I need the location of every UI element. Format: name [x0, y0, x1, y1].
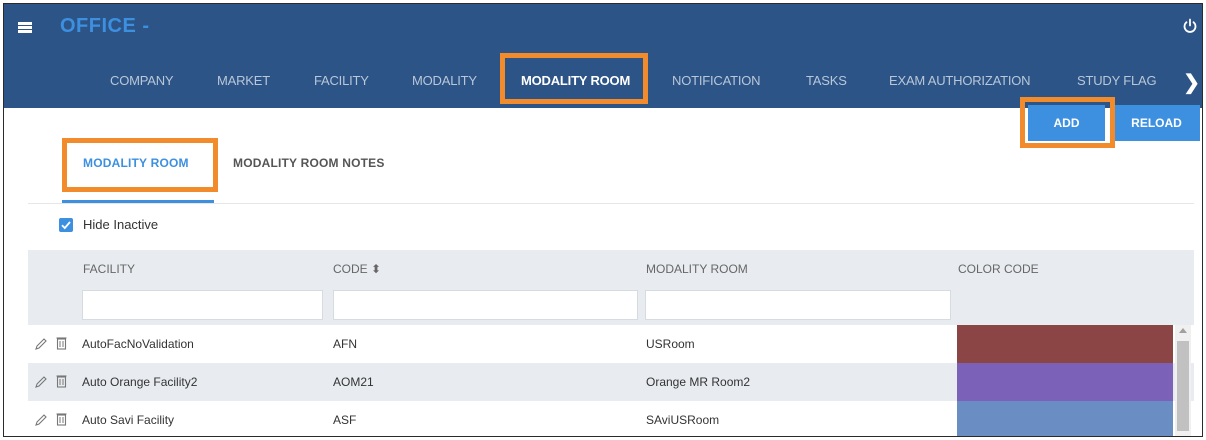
column-header-modality-room[interactable]: MODALITY ROOM [646, 262, 748, 276]
nav-company[interactable]: COMPANY [110, 62, 174, 102]
column-header-color-code[interactable]: COLOR CODE [958, 262, 1039, 276]
cell-modality-room: USRoom [646, 337, 695, 351]
delete-trash-icon[interactable] [56, 374, 67, 388]
table-row[interactable]: Auto Orange Facility2 AOM21 Orange MR Ro… [28, 363, 1194, 401]
color-code-swatch [957, 363, 1173, 401]
grid-scrollbar[interactable] [1175, 325, 1191, 436]
hide-inactive-checkbox[interactable] [59, 218, 73, 232]
reload-button[interactable]: RELOAD [1113, 105, 1200, 141]
column-header-facility[interactable]: FACILITY [83, 262, 135, 276]
cell-facility: Auto Savi Facility [82, 413, 175, 427]
edit-pencil-icon[interactable] [34, 413, 48, 427]
table-row[interactable]: AutoFacNoValidation AFN USRoom [28, 325, 1194, 363]
edit-pencil-icon[interactable] [34, 337, 48, 351]
main-nav: COMPANY MARKET FACILITY MODALITY MODALIT… [4, 62, 1202, 102]
subtab-modality-room[interactable]: MODALITY ROOM [83, 156, 189, 170]
delete-trash-icon[interactable] [56, 336, 67, 350]
nav-modality-room[interactable]: MODALITY ROOM [521, 62, 630, 102]
cell-code: AFN [333, 337, 357, 351]
nav-modality[interactable]: MODALITY [412, 62, 477, 102]
code-filter-input[interactable] [333, 290, 638, 320]
nav-facility[interactable]: FACILITY [314, 62, 369, 102]
edit-pencil-icon[interactable] [34, 375, 48, 389]
nav-tasks[interactable]: TASKS [806, 62, 847, 102]
modality-room-filter-input[interactable] [645, 290, 951, 320]
nav-exam-authorization[interactable]: EXAM AUTHORIZATION [889, 62, 1031, 102]
checkmark-icon [61, 221, 71, 230]
tabs-divider [28, 203, 1194, 204]
cell-facility: AutoFacNoValidation [82, 337, 194, 351]
table-row[interactable]: Auto Savi Facility ASF SAviUSRoom [28, 401, 1194, 436]
hamburger-menu-icon[interactable] [18, 22, 32, 33]
nav-market[interactable]: MARKET [217, 62, 270, 102]
add-button[interactable]: ADD [1028, 105, 1105, 141]
scroll-thumb[interactable] [1177, 341, 1189, 431]
cell-modality-room: Orange MR Room2 [646, 375, 751, 389]
nav-notification[interactable]: NOTIFICATION [672, 62, 761, 102]
nav-study-flag[interactable]: STUDY FLAG [1077, 62, 1157, 102]
column-header-code[interactable]: CODE ⬍ [333, 262, 381, 276]
subtab-modality-room-notes[interactable]: MODALITY ROOM NOTES [233, 156, 385, 170]
cell-modality-room: SAviUSRoom [646, 413, 720, 427]
top-bar: OFFICE - COMPANY MARKET FACILITY MODALIT… [4, 4, 1202, 108]
color-code-swatch [957, 401, 1173, 436]
cell-code: AOM21 [333, 375, 374, 389]
scroll-up-arrow-icon[interactable] [1179, 328, 1187, 333]
hide-inactive-label: Hide Inactive [83, 217, 159, 232]
facility-filter-input[interactable] [82, 290, 323, 320]
app-title[interactable]: OFFICE - [60, 15, 150, 38]
color-code-swatch [957, 325, 1173, 363]
power-icon[interactable] [1182, 18, 1198, 34]
app-window: OFFICE - COMPANY MARKET FACILITY MODALIT… [3, 3, 1203, 437]
cell-code: ASF [333, 413, 357, 427]
delete-trash-icon[interactable] [56, 412, 67, 426]
cell-facility: Auto Orange Facility2 [82, 375, 198, 389]
chevron-right-icon[interactable]: ❯ [1183, 70, 1200, 95]
